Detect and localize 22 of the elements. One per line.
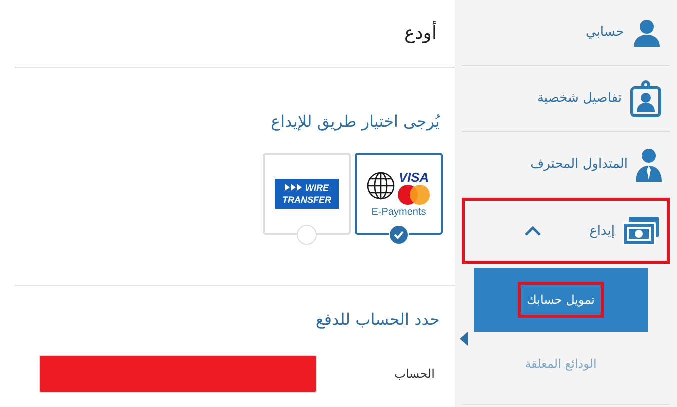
person-icon xyxy=(632,18,662,48)
section-heading: حدد الحساب للدفع xyxy=(314,310,441,329)
wire-transfer-logo: WIRE TRANSFER xyxy=(275,179,339,209)
sidebar-item[interactable]: المتداول المحترف xyxy=(462,132,670,198)
id-badge-icon xyxy=(630,80,662,118)
field-label: الحساب xyxy=(394,367,435,381)
radio-icon xyxy=(297,225,317,245)
section-heading: يُرجى اختيار طريق للإيداع xyxy=(270,112,442,131)
page-title: أودع xyxy=(15,0,455,68)
sidebar-item[interactable]: حسابي xyxy=(462,0,670,66)
sidebar-item[interactable]: إيداع xyxy=(462,198,670,264)
pointer-icon xyxy=(460,332,468,346)
caret-icon xyxy=(523,225,543,237)
sidebar-item[interactable]: تفاصيل شخصية xyxy=(462,66,670,132)
businessman-icon xyxy=(636,148,662,182)
banknote-icon xyxy=(623,217,659,245)
check-icon xyxy=(389,225,409,245)
card-logo-drawing: VISA E-Payments xyxy=(366,170,432,218)
payment-method-card[interactable]: WIRE TRANSFER xyxy=(263,153,351,235)
account-field[interactable] xyxy=(39,355,317,393)
payment-method-card[interactable]: VISA E-Payments xyxy=(355,153,443,235)
triple-arrow-icon xyxy=(285,184,303,191)
